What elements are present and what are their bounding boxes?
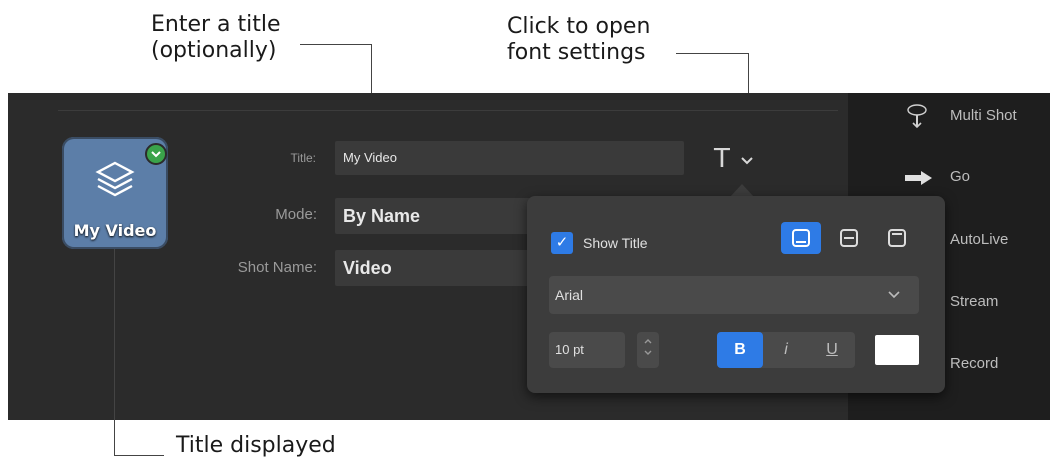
sidebar-item-multi-shot[interactable]: Multi Shot [950, 107, 1017, 124]
align-bottom-icon [792, 229, 810, 247]
text-format-icon: T [714, 144, 730, 174]
mode-label: Mode: [275, 206, 317, 223]
callout-title-hint: Enter a title (optionally) [151, 12, 281, 64]
shot-thumbnail[interactable]: My Video [62, 137, 168, 249]
shot-name-input[interactable]: Video [335, 250, 535, 286]
position-bottom-button[interactable] [781, 222, 821, 254]
check-badge-icon [145, 143, 167, 165]
callout-displayed-connector-v [114, 249, 115, 455]
show-title-label: Show Title [583, 235, 648, 251]
chevron-down-icon [741, 157, 753, 165]
italic-button[interactable]: i [763, 332, 809, 368]
stepper-up-icon [644, 339, 652, 344]
callout-title-hint-line2: (optionally) [151, 38, 277, 63]
position-middle-button[interactable] [829, 222, 869, 254]
arrow-right-icon [905, 171, 932, 185]
callout-title-hint-line1: Enter a title [151, 12, 281, 37]
thumbnail-title: My Video [73, 221, 157, 240]
underline-button[interactable]: U [809, 332, 855, 368]
title-position-group [781, 222, 921, 254]
font-size-stepper[interactable] [637, 332, 659, 368]
show-title-checkbox[interactable]: ✓ [551, 232, 573, 254]
title-label: Title: [290, 151, 316, 165]
font-settings-button[interactable]: T [708, 140, 764, 180]
callout-font-hint-line1: Click to open [507, 14, 651, 39]
bold-button[interactable]: B [717, 332, 763, 368]
font-family-select[interactable]: Arial [549, 276, 919, 314]
sidebar-item-autolive[interactable]: AutoLive [950, 231, 1008, 248]
mode-select[interactable]: By Name [335, 198, 535, 234]
callout-displayed-connector-h [114, 455, 164, 456]
multi-shot-icon [907, 104, 927, 129]
font-settings-popover: ✓ Show Title Arial 10 pt B i U [527, 196, 945, 393]
callout-font-hint: Click to open font settings [507, 14, 650, 66]
title-input[interactable]: My Video [335, 141, 684, 175]
callout-font-connector-h [676, 53, 748, 54]
align-top-icon [888, 229, 906, 247]
font-size-input[interactable]: 10 pt [549, 332, 625, 368]
layers-icon [95, 161, 135, 197]
callout-font-hint-line2: font settings [507, 40, 646, 65]
chevron-down-icon [888, 291, 900, 299]
shot-name-label: Shot Name: [237, 259, 317, 276]
callout-title-displayed: Title displayed [176, 433, 336, 458]
callout-title-connector-h [300, 44, 371, 45]
text-style-group: B i U [717, 332, 855, 368]
align-middle-icon [840, 229, 858, 247]
font-family-value: Arial [555, 287, 584, 303]
text-color-swatch[interactable] [875, 335, 919, 365]
sidebar-item-stream[interactable]: Stream [950, 293, 998, 310]
stepper-down-icon [644, 350, 652, 355]
panel-divider [58, 110, 838, 111]
position-top-button[interactable] [877, 222, 917, 254]
sidebar-item-record[interactable]: Record [950, 355, 998, 372]
sidebar-item-go[interactable]: Go [950, 168, 970, 185]
